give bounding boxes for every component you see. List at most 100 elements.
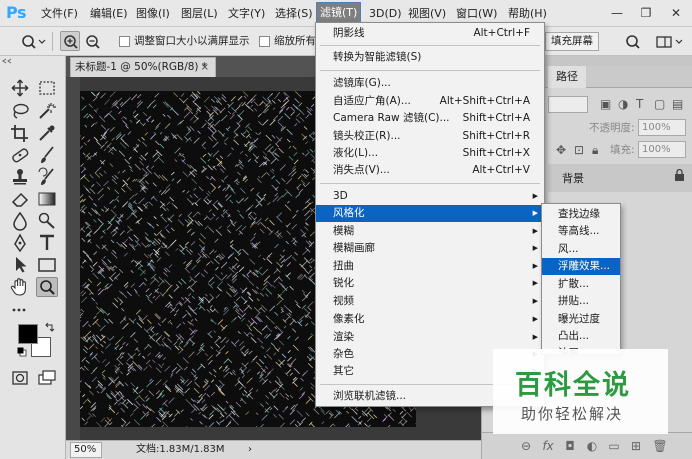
menu-item-adaptive-wide-angle[interactable]: 自适应广角(A)... Alt+Shift+Ctrl+A (316, 93, 544, 110)
panel-collapse-icon[interactable] (0, 56, 66, 66)
menu-item-sharpen[interactable]: 锐化 ▶ (316, 275, 544, 292)
rectangle-tool-icon[interactable] (36, 255, 58, 275)
more-tools-icon[interactable] (9, 300, 31, 320)
filter-shape-icon[interactable]: ▢ (654, 97, 665, 111)
submenu-item-emboss[interactable]: 浮雕效果... (542, 258, 620, 275)
search-icon[interactable] (622, 31, 642, 51)
lock-artboard-icon[interactable]: ⊡ (574, 143, 584, 157)
menu-item-liquify[interactable]: 液化(L)... Shift+Ctrl+X (316, 145, 544, 162)
menu-item-3d[interactable]: 3D ▶ (316, 188, 544, 205)
layer-row-background[interactable]: 背景 (548, 164, 692, 192)
close-button[interactable]: ✕ (664, 0, 688, 27)
type-tool-icon[interactable] (36, 233, 58, 253)
resize-window-checkbox[interactable] (119, 36, 130, 47)
minimize-button[interactable]: — (605, 0, 629, 27)
menu-select[interactable]: 选择(S) (272, 0, 316, 27)
submenu-arrow-icon: ▶ (532, 244, 538, 252)
crop-tool-icon[interactable] (9, 123, 31, 143)
menu-item-camera-raw[interactable]: Camera Raw 滤镜(C)... Shift+Ctrl+A (316, 110, 544, 127)
eraser-tool-icon[interactable] (9, 189, 31, 209)
menu-item-label: 渲染 (333, 331, 354, 343)
filter-adjust-icon[interactable]: ◑ (618, 97, 628, 111)
layer-filter-select[interactable] (548, 96, 588, 113)
lock-all-icon[interactable]: 🔒︎ (592, 143, 598, 157)
tab-paths[interactable]: 路径 (548, 66, 586, 88)
magic-wand-tool-icon[interactable] (36, 101, 58, 121)
workspace-switcher-icon[interactable] (652, 31, 686, 51)
delete-layer-icon[interactable]: 🗑︎ (652, 439, 668, 453)
move-tool-icon[interactable] (9, 78, 31, 98)
submenu-item-extrude[interactable]: 凸出... (542, 328, 620, 345)
menu-item-shortcut: Alt+Ctrl+F (473, 27, 530, 39)
screen-mode-icon[interactable] (36, 368, 58, 388)
menu-item-convert-smart-filter[interactable]: 转换为智能滤镜(S) (316, 49, 544, 66)
submenu-item-trace-contour[interactable]: 等高线... (542, 223, 620, 240)
clone-stamp-tool-icon[interactable] (9, 167, 31, 187)
swap-colors-icon[interactable] (44, 322, 56, 334)
submenu-arrow-icon: ▶ (532, 315, 538, 323)
submenu-item-find-edges[interactable]: 查找边缘 (542, 206, 620, 223)
zoom-tool-preset-icon[interactable] (18, 31, 46, 51)
lasso-tool-icon[interactable] (9, 101, 31, 121)
eyedropper-tool-icon[interactable] (36, 123, 58, 143)
menu-item-distort[interactable]: 扭曲 ▶ (316, 258, 544, 275)
new-group-icon[interactable]: ▭ (606, 439, 622, 453)
zoom-in-icon[interactable] (60, 31, 80, 51)
fill-input[interactable]: 100% (638, 141, 686, 158)
hand-tool-icon[interactable] (9, 277, 31, 297)
menu-image[interactable]: 图像(I) (133, 0, 173, 27)
layer-style-icon[interactable]: fx (540, 439, 556, 453)
default-colors-icon[interactable] (17, 347, 27, 357)
lock-position-icon[interactable]: ✥ (556, 143, 566, 157)
new-layer-icon[interactable]: ⊞ (628, 439, 644, 453)
menu-item-pixelate[interactable]: 像素化 ▶ (316, 311, 544, 328)
adjustment-layer-icon[interactable]: ◐ (584, 439, 600, 453)
menu-edit[interactable]: 编辑(E) (87, 0, 131, 27)
menu-item-render[interactable]: 渲染 ▶ (316, 329, 544, 346)
healing-brush-tool-icon[interactable] (9, 145, 31, 165)
path-selection-tool-icon[interactable] (9, 255, 31, 275)
document-tab[interactable]: 未标题-1 @ 50%(RGB/8) * × (70, 57, 216, 77)
menu-item-label: 其它 (333, 365, 354, 377)
status-menu-arrow-icon[interactable]: › (248, 441, 252, 459)
menu-item-shortcut: Shift+Ctrl+R (462, 130, 530, 142)
submenu-item-solarize[interactable]: 曝光过度 (542, 311, 620, 328)
zoom-out-icon[interactable] (82, 31, 102, 51)
menu-file[interactable]: 文件(F) (38, 0, 81, 27)
submenu-item-wind[interactable]: 风... (542, 241, 620, 258)
zoom-level-field[interactable]: 50% (70, 442, 102, 458)
gradient-tool-icon[interactable] (36, 189, 58, 209)
history-brush-tool-icon[interactable] (36, 167, 58, 187)
fill-screen-button[interactable]: 填充屏幕 (545, 32, 599, 51)
dodge-tool-icon[interactable] (36, 211, 58, 231)
quick-mask-icon[interactable] (9, 368, 31, 388)
menu-item-lens-correction[interactable]: 镜头校正(R)... Shift+Ctrl+R (316, 128, 544, 145)
menu-item-blur-gallery[interactable]: 模糊画廊 ▶ (316, 240, 544, 257)
menu-layer[interactable]: 图层(L) (178, 0, 221, 27)
filter-pixel-icon[interactable]: ▣ (600, 97, 611, 111)
menu-item-filter-gallery[interactable]: 滤镜库(G)... (316, 75, 544, 92)
marquee-tool-icon[interactable] (36, 78, 58, 98)
link-layers-icon[interactable]: ⊖ (518, 439, 534, 453)
close-icon[interactable]: × (201, 58, 209, 77)
restore-button[interactable]: ❐ (634, 0, 658, 27)
foreground-color-swatch[interactable] (18, 324, 38, 344)
menu-item-stylize[interactable]: 风格化 ▶ (316, 205, 544, 222)
filter-smart-icon[interactable]: ▤ (672, 97, 683, 111)
zoom-tool-icon[interactable] (36, 277, 58, 297)
zoom-all-checkbox[interactable] (259, 36, 270, 47)
filter-type-icon[interactable]: T (636, 97, 643, 111)
pen-tool-icon[interactable] (9, 233, 31, 253)
menu-item-blur[interactable]: 模糊 ▶ (316, 223, 544, 240)
add-mask-icon[interactable]: ◘ (562, 439, 578, 453)
opacity-input[interactable]: 100% (638, 119, 686, 136)
submenu-item-diffuse[interactable]: 扩散... (542, 276, 620, 293)
menu-item-vanishing-point[interactable]: 消失点(V)... Alt+Ctrl+V (316, 162, 544, 179)
menu-type[interactable]: 文字(Y) (225, 0, 268, 27)
submenu-item-tiles[interactable]: 拼贴... (542, 293, 620, 310)
menu-item-last-filter[interactable]: 阴影线 Alt+Ctrl+F (316, 25, 544, 42)
brush-tool-icon[interactable] (36, 145, 58, 165)
menu-filter[interactable]: 滤镜(T) (316, 2, 362, 24)
menu-item-video[interactable]: 视频 ▶ (316, 293, 544, 310)
blur-tool-icon[interactable] (9, 211, 31, 231)
